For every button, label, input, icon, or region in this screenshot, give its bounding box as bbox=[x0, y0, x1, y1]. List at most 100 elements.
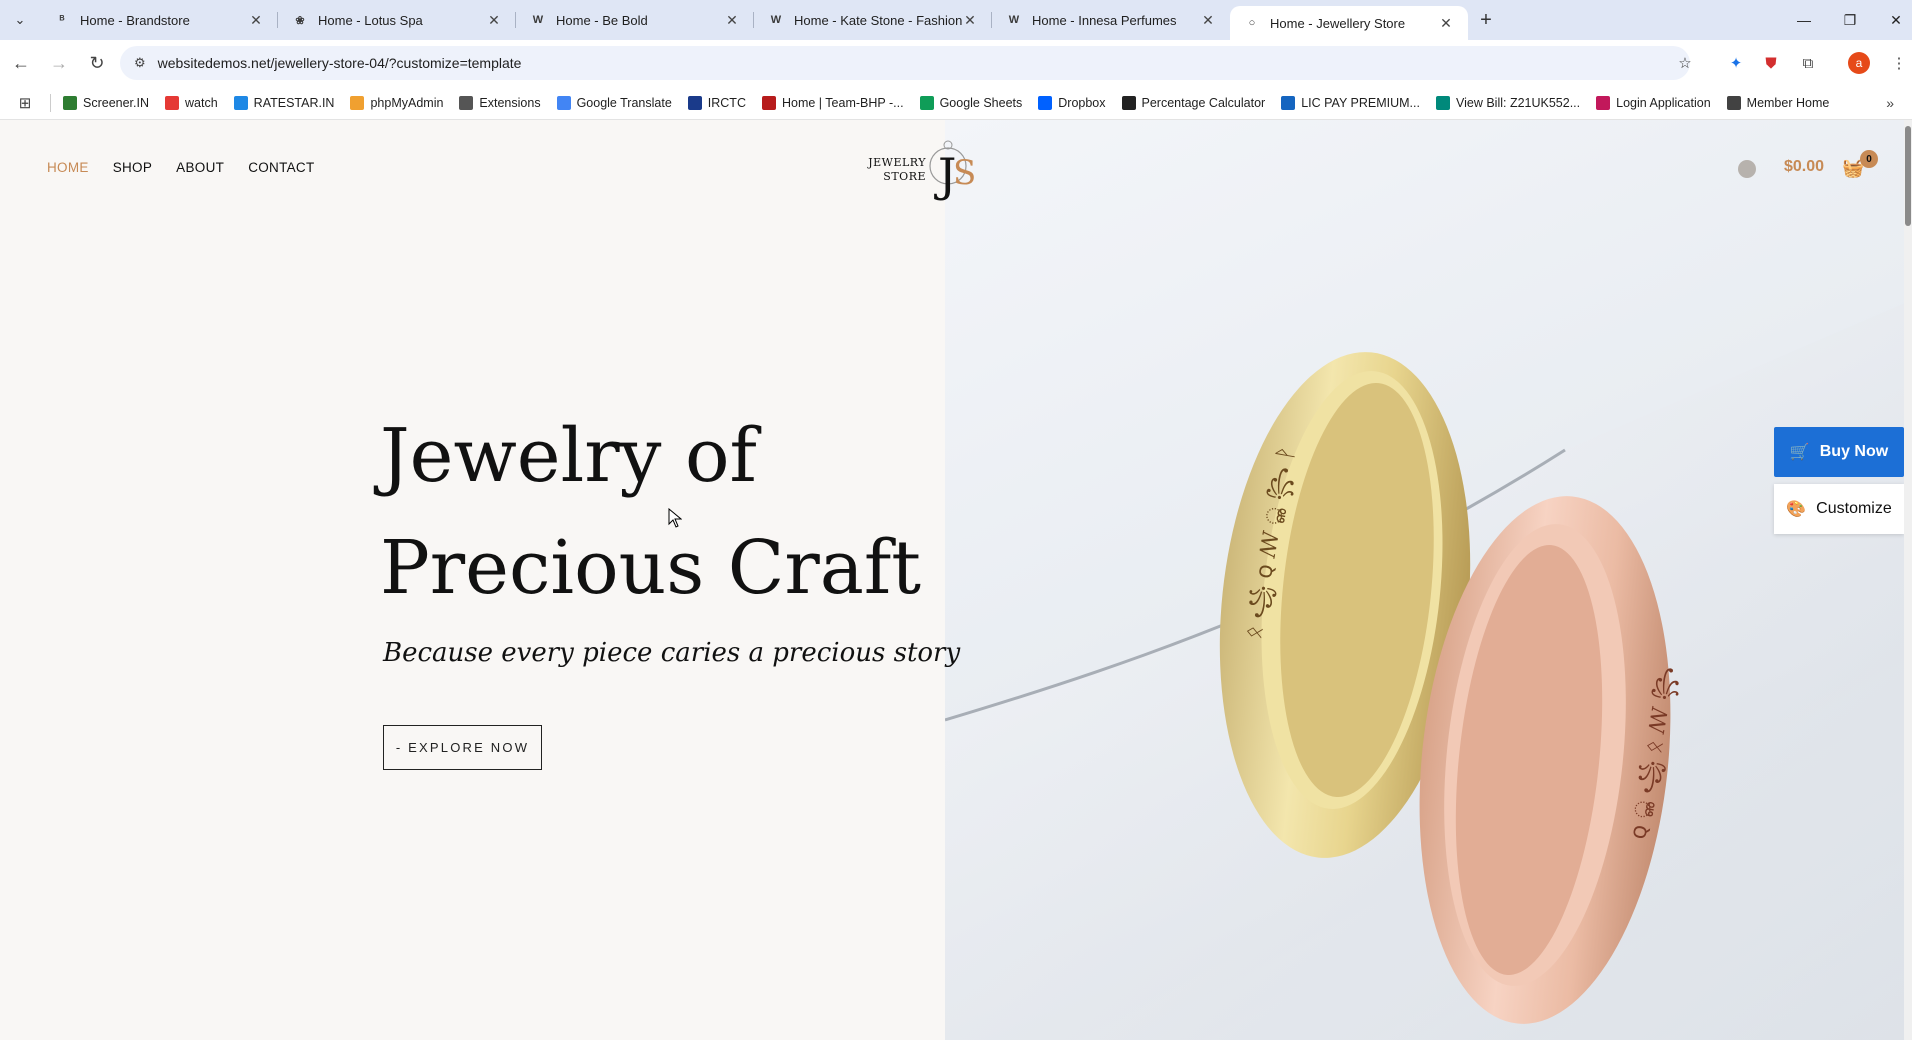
bookmark-item[interactable]: Dropbox bbox=[1038, 95, 1106, 110]
tab-title: Home - Lotus Spa bbox=[318, 12, 423, 28]
browser-tab[interactable]: W Home - Kate Stone - Fashion De✕ bbox=[754, 0, 992, 40]
explore-now-button[interactable]: - EXPLORE NOW bbox=[383, 725, 542, 770]
restore-icon[interactable]: ❐ bbox=[1826, 0, 1874, 40]
extensions-puzzle-icon[interactable]: ⧉ bbox=[1795, 50, 1821, 76]
bookmark-label: RATESTAR.IN bbox=[253, 95, 335, 110]
hero-subheading: Because every piece caries a precious st… bbox=[383, 638, 961, 668]
bookmark-item[interactable]: LIC PAY PREMIUM... bbox=[1281, 95, 1420, 110]
profile-avatar[interactable]: a bbox=[1848, 52, 1870, 74]
bookmark-label: LIC PAY PREMIUM... bbox=[1301, 95, 1420, 110]
bookmark-label: Home | Team-BHP -... bbox=[781, 95, 904, 110]
bookmark-item[interactable]: View Bill: Z21UK552... bbox=[1435, 95, 1581, 110]
wordpress-icon: W bbox=[770, 14, 782, 26]
bookmark-item[interactable]: Member Home bbox=[1726, 95, 1830, 110]
url-text: websitedemos.net/jewellery-store-04/?cus… bbox=[157, 55, 522, 71]
cart-icon: 🛒 bbox=[1789, 444, 1810, 461]
extension-shield-icon[interactable]: ⛊ bbox=[1758, 50, 1784, 76]
bookmark-label: View Bill: Z21UK552... bbox=[1455, 95, 1581, 110]
cart-total[interactable]: $0.00 bbox=[1784, 158, 1824, 176]
close-tab-icon[interactable]: ✕ bbox=[724, 12, 740, 29]
bookmark-label: Extensions bbox=[479, 95, 541, 110]
back-icon[interactable]: ← bbox=[4, 46, 38, 80]
bookmark-item[interactable]: Percentage Calculator bbox=[1121, 95, 1265, 110]
bookmarks-bar: ⊞ Screener.IN watch RATESTAR.IN phpMyAdmin E… bbox=[0, 86, 1912, 120]
address-bar[interactable]: ⚙ websitedemos.net/jewellery-store-04/?c… bbox=[120, 46, 1690, 80]
palette-icon: 🎨 bbox=[1786, 501, 1807, 518]
site-info-icon[interactable]: ⚙ bbox=[134, 55, 146, 71]
buy-now-button[interactable]: 🛒 Buy Now bbox=[1774, 427, 1904, 477]
apps-grid-icon[interactable]: ⊞ bbox=[0, 94, 50, 112]
bookmark-label: IRCTC bbox=[707, 95, 746, 110]
wordpress-icon: W bbox=[1008, 14, 1020, 26]
bookmark-item[interactable]: Extensions bbox=[459, 95, 541, 110]
minimize-icon[interactable]: — bbox=[1780, 0, 1828, 40]
bookmark-star-icon[interactable]: ☆ bbox=[1672, 50, 1698, 76]
bookmark-item[interactable]: Home | Team-BHP -... bbox=[761, 95, 904, 110]
browser-menu-icon[interactable]: ⋮ bbox=[1886, 50, 1912, 76]
brand-icon: ᴮ bbox=[59, 14, 65, 26]
logo-wordmark: JEWELRY STORE bbox=[866, 156, 926, 184]
browser-tab[interactable]: W Home - Innesa Perfumes ✕ bbox=[992, 0, 1230, 40]
bookmark-item[interactable]: Google Sheets bbox=[919, 95, 1022, 110]
logo-text-jewelry: JEWELRY bbox=[868, 156, 926, 169]
customize-button[interactable]: 🎨 Customize bbox=[1774, 484, 1904, 534]
buy-now-label: Buy Now bbox=[1819, 443, 1889, 460]
scrollbar-track[interactable] bbox=[1904, 120, 1912, 1040]
forward-icon[interactable]: → bbox=[42, 46, 76, 80]
tab-title: Home - Be Bold bbox=[556, 12, 648, 28]
browser-toolbar: ← → ↻ ⚙ websitedemos.net/jewellery-store… bbox=[0, 40, 1912, 86]
bookmark-item[interactable]: phpMyAdmin bbox=[350, 95, 443, 110]
tab-title: Home - Innesa Perfumes bbox=[1032, 12, 1177, 28]
bookmark-favicon-icon bbox=[459, 95, 474, 110]
bookmark-item[interactable]: Google Translate bbox=[556, 95, 672, 110]
account-icon[interactable] bbox=[1738, 160, 1756, 178]
bookmark-favicon-icon bbox=[233, 95, 248, 110]
bookmark-favicon-icon bbox=[63, 95, 77, 110]
close-tab-icon[interactable]: ✕ bbox=[486, 12, 502, 29]
nav-about[interactable]: ABOUT bbox=[176, 160, 224, 175]
new-tab-button[interactable]: + bbox=[1468, 9, 1504, 32]
close-tab-icon[interactable]: ✕ bbox=[1200, 12, 1216, 29]
nav-shop[interactable]: SHOP bbox=[113, 160, 152, 175]
close-tab-icon[interactable]: ✕ bbox=[1438, 15, 1454, 32]
browser-tab[interactable]: ○ Home - Jewellery Store ✕ bbox=[1230, 6, 1468, 40]
browser-tab[interactable]: ᴮ Home - Brandstore ✕ bbox=[40, 0, 278, 40]
close-window-icon[interactable]: ✕ bbox=[1872, 0, 1912, 40]
lotus-icon: ❀ bbox=[295, 14, 305, 27]
bookmark-favicon-icon bbox=[1121, 95, 1136, 110]
bookmark-favicon-icon bbox=[919, 95, 934, 110]
bookmark-label: Login Application bbox=[1616, 95, 1711, 110]
extension-1-icon[interactable]: ✦ bbox=[1723, 50, 1749, 76]
wordpress-icon: W bbox=[532, 14, 544, 26]
bookmark-favicon-icon bbox=[1726, 95, 1741, 110]
bookmarks-overflow-icon[interactable]: » bbox=[1886, 95, 1894, 111]
nav-contact[interactable]: CONTACT bbox=[248, 160, 314, 175]
bookmark-item[interactable]: watch bbox=[165, 95, 218, 110]
bookmark-item[interactable]: RATESTAR.IN bbox=[233, 95, 335, 110]
reload-icon[interactable]: ↻ bbox=[80, 46, 114, 80]
bookmark-label: Google Translate bbox=[576, 95, 672, 110]
browser-tab[interactable]: ❀ Home - Lotus Spa ✕ bbox=[278, 0, 516, 40]
bookmark-favicon-icon bbox=[556, 95, 571, 110]
bookmark-favicon-icon bbox=[350, 95, 365, 110]
logo-text-store: STORE bbox=[883, 170, 926, 183]
close-tab-icon[interactable]: ✕ bbox=[248, 12, 264, 29]
customize-label: Customize bbox=[1816, 500, 1892, 517]
close-tab-icon[interactable]: ✕ bbox=[962, 12, 978, 29]
bookmark-favicon-icon bbox=[1435, 95, 1450, 110]
tab-search-chevron-icon[interactable]: ⌄ bbox=[0, 0, 40, 40]
hero-image-rings: ᛟ ꧁ ꞯ ꟿ ൢ ꧂ ᚹ ꞯ ൢ ꧁ ᛟ ꟿ ꧂ bbox=[945, 120, 1912, 1040]
site-logo[interactable]: JEWELRY STORE J S bbox=[862, 136, 982, 206]
logo-ring-mark: J S bbox=[929, 140, 976, 202]
bookmark-item[interactable]: Login Application bbox=[1596, 95, 1711, 110]
bookmark-label: watch bbox=[185, 95, 218, 110]
cart-count-badge: 0 bbox=[1860, 150, 1878, 168]
bookmark-item[interactable]: Screener.IN bbox=[63, 95, 149, 110]
nav-home[interactable]: HOME bbox=[47, 160, 89, 175]
headline-line-2: Precious Craft bbox=[380, 525, 922, 611]
browser-tab[interactable]: W Home - Be Bold ✕ bbox=[516, 0, 754, 40]
ring-icon: ○ bbox=[1248, 17, 1256, 29]
bookmark-label: Member Home bbox=[1746, 95, 1830, 110]
bookmark-item[interactable]: IRCTC bbox=[687, 95, 746, 110]
scrollbar-thumb[interactable] bbox=[1905, 126, 1911, 226]
